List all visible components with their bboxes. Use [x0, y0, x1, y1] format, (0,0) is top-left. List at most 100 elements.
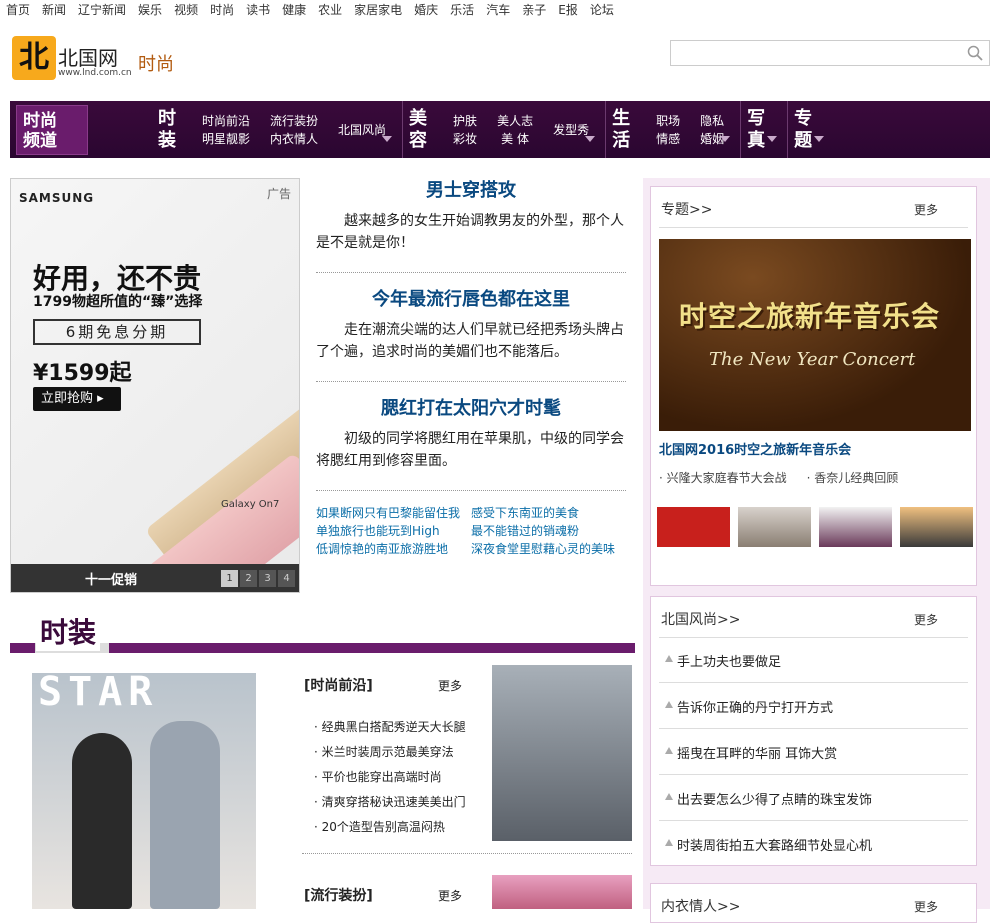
link-item[interactable]: 低调惊艳的南亚旅游胜地 [316, 541, 471, 558]
link-item[interactable]: 单独旅行也能玩到High [316, 523, 471, 540]
topic-link[interactable]: · 兴隆大家庭春节大会战 [659, 469, 787, 486]
nav-category[interactable]: 专题 [794, 108, 816, 152]
topic-link[interactable]: · 香奈儿经典回顾 [807, 469, 899, 486]
list-item[interactable]: 时装周街拍五大套路细节处显心机 [659, 821, 968, 867]
fashion-more-link[interactable]: 更多 [914, 611, 938, 628]
article-title[interactable]: 腮红打在太阳穴才时髦 [316, 396, 626, 422]
list-item[interactable]: 手上功夫也要做足 [659, 637, 968, 683]
topnav-item[interactable]: 娱乐 [132, 0, 168, 22]
nav-subcategory-link[interactable]: 流行装扮 [270, 112, 318, 130]
topnav-item[interactable]: 婚庆 [408, 0, 444, 22]
nav-subcategory-link[interactable]: 美 体 [497, 130, 533, 148]
trend-photo[interactable] [492, 875, 632, 909]
street-style-photo[interactable] [492, 665, 632, 841]
nav-subcategory-link[interactable]: 发型秀 [553, 121, 589, 139]
article-item: 男士穿搭攻 越来越多的女生开始调教男友的外型，那个人是不是就是你！ [316, 178, 626, 273]
site-logo[interactable]: 北 [12, 36, 56, 80]
nav-subcategory-column: 美人志美 体 [487, 112, 543, 148]
concert-caption[interactable]: 北国网2016时空之旅新年音乐会 [659, 439, 851, 458]
magazine-cover-image[interactable]: STAR [32, 673, 256, 909]
link-item[interactable]: 感受下东南亚的美食 [471, 505, 626, 522]
article-title[interactable]: 男士穿搭攻 [316, 178, 626, 204]
ad-page-3[interactable]: 3 [259, 570, 276, 587]
concert-banner-image[interactable]: 时空之旅新年音乐会 The New Year Concert [659, 239, 971, 431]
nav-subcategory-link[interactable]: 美人志 [497, 112, 533, 130]
site-header: 北 北国网 www.lnd.com.cn 时尚 [12, 36, 992, 84]
nav-category[interactable]: 写真 [747, 108, 769, 152]
topnav-item[interactable]: 辽宁新闻 [72, 0, 132, 22]
nav-subcategory-link[interactable]: 职场 [656, 112, 680, 130]
ad-page-2[interactable]: 2 [240, 570, 257, 587]
link-item[interactable]: 如果断网只有巴黎能留住我 [316, 505, 471, 522]
frontier-heading[interactable]: [时尚前沿] [304, 675, 373, 695]
topnav-item[interactable]: 健康 [276, 0, 312, 22]
list-item[interactable]: · 平价也能穿出高端时尚 [314, 765, 466, 790]
site-name: 北国网 [58, 46, 118, 70]
topnav-item[interactable]: 汽车 [480, 0, 516, 22]
nav-category[interactable]: 生活 [612, 108, 634, 152]
nav-subcategory-link[interactable]: 彩妆 [453, 130, 477, 148]
list-item[interactable]: 出去要怎么少得了点睛的珠宝发饰 [659, 775, 968, 821]
frontier-more-link[interactable]: 更多 [438, 677, 462, 694]
list-item-text[interactable]: 摇曳在耳畔的华丽 耳饰大赏 [677, 743, 837, 762]
triangle-bullet-icon [665, 655, 673, 662]
topnav-item[interactable]: 首页 [0, 0, 36, 22]
ad-buy-button[interactable]: 立即抢购 ▸ [33, 387, 121, 411]
topnav-item[interactable]: 亲子 [516, 0, 552, 22]
list-item[interactable]: 摇曳在耳畔的华丽 耳饰大赏 [659, 729, 968, 775]
topic-more-link[interactable]: 更多 [914, 201, 938, 218]
list-item[interactable]: 告诉你正确的丹宁打开方式 [659, 683, 968, 729]
list-item-text[interactable]: 手上功夫也要做足 [677, 651, 781, 670]
search-input[interactable] [670, 40, 990, 66]
link-item[interactable]: 最不能错过的销魂粉 [471, 523, 626, 540]
trend-more-link[interactable]: 更多 [438, 887, 462, 904]
thumbnail-image[interactable] [819, 507, 892, 547]
nav-subcategory-link[interactable]: 时尚前沿 [202, 112, 250, 130]
topic-heading[interactable]: 专题>> [661, 199, 712, 219]
ad-page-4[interactable]: 4 [278, 570, 295, 587]
topnav-item[interactable]: 农业 [312, 0, 348, 22]
list-item[interactable]: · 20个造型告别高温闷热 [314, 815, 466, 840]
topnav-item[interactable]: 家居家电 [348, 0, 408, 22]
topnav-item[interactable]: 视频 [168, 0, 204, 22]
lingerie-heading[interactable]: 内衣情人>> [661, 896, 740, 916]
topnav-item[interactable]: 论坛 [584, 0, 620, 22]
link-item[interactable]: 深夜食堂里慰藉心灵的美味 [471, 541, 626, 558]
topnav-item[interactable]: 读书 [240, 0, 276, 22]
list-item[interactable]: · 经典黑白搭配秀逆天大长腿 [314, 715, 466, 740]
nav-subcategory-link[interactable]: 明星靓影 [202, 130, 250, 148]
list-item[interactable]: · 清爽穿搭秘诀迅速美美出门 [314, 790, 466, 815]
nav-category[interactable]: 时装 [158, 108, 180, 152]
site-url: www.lnd.com.cn [58, 68, 132, 78]
topnav-item[interactable]: 乐活 [444, 0, 480, 22]
nav-subcategory-link[interactable]: 北国风尚 [338, 121, 386, 139]
topnav-item[interactable]: E报 [552, 0, 584, 22]
chevron-down-icon [585, 136, 596, 142]
nav-group: 专题 [787, 101, 834, 158]
topnav-item[interactable]: 时尚 [204, 0, 240, 22]
list-item-text[interactable]: 出去要怎么少得了点睛的珠宝发饰 [677, 789, 872, 808]
article-title[interactable]: 今年最流行唇色都在这里 [316, 287, 626, 313]
topnav-item[interactable]: 新闻 [36, 0, 72, 22]
thumbnail-image[interactable] [900, 507, 973, 547]
thumbnail-image[interactable] [657, 507, 730, 547]
channel-home-line1: 时尚 [23, 110, 57, 131]
section-title[interactable]: 时装 [36, 611, 101, 651]
list-item-text[interactable]: 告诉你正确的丹宁打开方式 [677, 697, 833, 716]
fashion-heading[interactable]: 北国风尚>> [661, 609, 740, 629]
samsung-ad[interactable]: SAMSUNG 广告 好用，还不贵 1799物超所值的“臻”选择 6期免息分期 … [10, 178, 300, 593]
article-item: 今年最流行唇色都在这里 走在潮流尖端的达人们早就已经把秀场头牌占了个遍，追求时尚… [316, 287, 626, 382]
list-item[interactable]: · 米兰时装周示范最美穿法 [314, 740, 466, 765]
search-icon[interactable] [967, 45, 983, 61]
list-item-text[interactable]: 时装周街拍五大套路细节处显心机 [677, 835, 872, 854]
thumbnail-image[interactable] [738, 507, 811, 547]
ad-page-1[interactable]: 1 [221, 570, 238, 587]
nav-subcategory-link[interactable]: 隐私 [700, 112, 724, 130]
trend-heading[interactable]: [流行装扮] [304, 885, 373, 905]
nav-category[interactable]: 美容 [409, 108, 431, 152]
nav-subcategory-link[interactable]: 护肤 [453, 112, 477, 130]
lingerie-more-link[interactable]: 更多 [914, 898, 938, 915]
nav-subcategory-link[interactable]: 情感 [656, 130, 680, 148]
nav-subcategory-link[interactable]: 内衣情人 [270, 130, 318, 148]
channel-home-button[interactable]: 时尚 频道 [16, 104, 88, 155]
